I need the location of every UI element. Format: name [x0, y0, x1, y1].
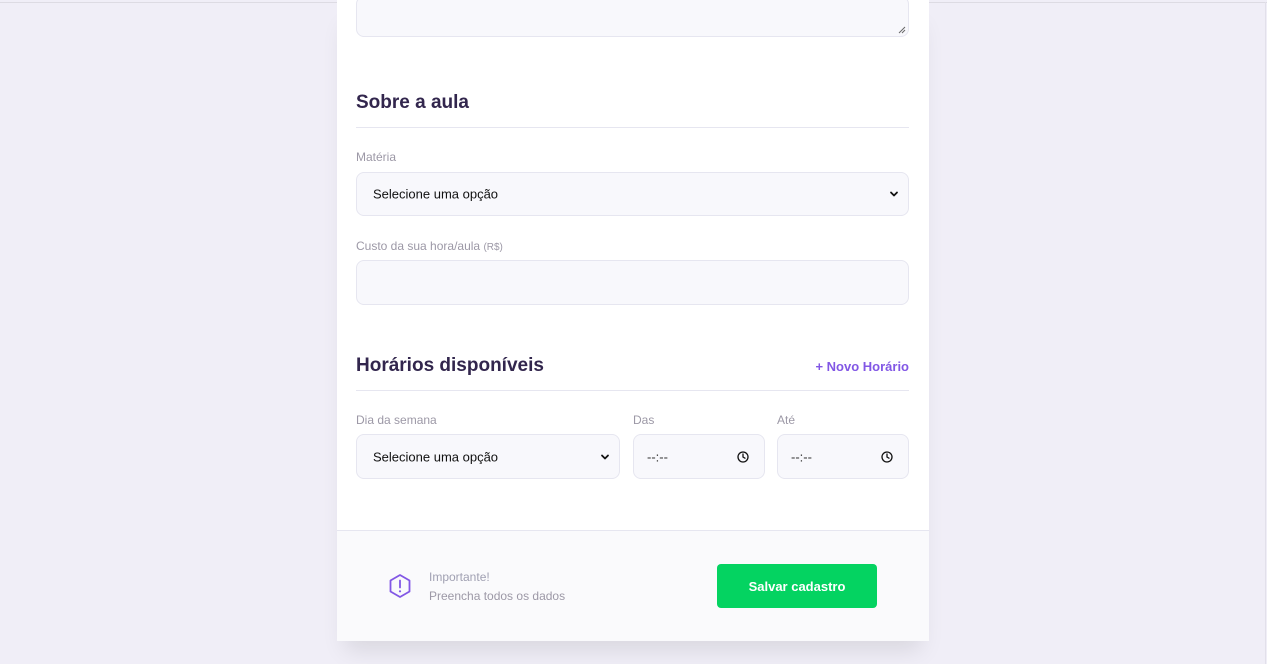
clock-icon[interactable] [881, 450, 893, 463]
chevron-down-icon [890, 191, 898, 197]
window-right-border [1265, 2, 1266, 664]
section-divider [356, 127, 909, 128]
warning-icon [389, 574, 411, 598]
cost-label: Custo da sua hora/aula (R$) [356, 239, 503, 253]
important-note-title: Importante! [429, 570, 490, 584]
weekday-label: Dia da semana [356, 413, 437, 427]
important-note-text: Preencha todos os dados [429, 589, 566, 603]
cost-unit: (R$) [483, 242, 503, 253]
weekday-select[interactable]: Selecione uma opção [356, 434, 620, 479]
cost-label-text: Custo da sua hora/aula [356, 239, 481, 253]
time-to-label: Até [777, 413, 796, 427]
resize-handle-icon[interactable] [898, 26, 906, 34]
weekday-select-value: Selecione uma opção [373, 449, 499, 464]
time-to-value: --:-- [791, 449, 812, 464]
form-card: Sobre a aula Matéria Selecione uma opção… [337, 0, 929, 641]
time-to-input[interactable]: --:-- [777, 434, 909, 479]
form-footer: Importante! Preencha todos os dados Salv… [337, 530, 929, 641]
subject-select-value: Selecione uma opção [373, 186, 499, 202]
save-button[interactable]: Salvar cadastro [717, 564, 877, 608]
time-from-value: --:-- [647, 449, 668, 464]
cost-input[interactable] [356, 260, 909, 305]
section-divider [356, 390, 909, 391]
bio-textarea[interactable] [356, 0, 909, 37]
add-schedule-button[interactable]: + Novo Horário [815, 359, 909, 374]
clock-icon[interactable] [737, 450, 749, 463]
chevron-down-icon [601, 454, 609, 459]
time-from-label: Das [633, 413, 655, 427]
subject-label: Matéria [356, 150, 397, 164]
time-from-input[interactable]: --:-- [633, 434, 765, 479]
section-title-about: Sobre a aula [356, 92, 469, 113]
subject-select[interactable]: Selecione uma opção [356, 172, 909, 216]
section-title-schedule: Horários disponíveis [356, 355, 544, 376]
